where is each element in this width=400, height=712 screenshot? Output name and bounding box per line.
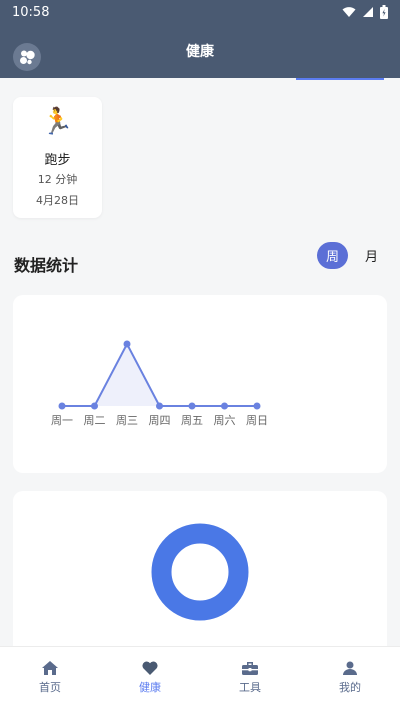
nav-health[interactable]: 健康 (100, 647, 200, 712)
home-icon (42, 661, 58, 675)
x-tick-label: 周一 (51, 414, 73, 427)
nav-profile[interactable]: 我的 (300, 647, 400, 712)
x-tick-label: 周三 (116, 414, 138, 427)
donut-ring (151, 523, 249, 621)
battery-icon (380, 5, 388, 19)
page-title: 健康 (186, 44, 214, 60)
activity-date: 4月28日 (36, 194, 79, 207)
weekly-chart: 周一 周二 周三 周四 周五 周六 周日 (51, 340, 268, 427)
nav-tools[interactable]: 工具 (200, 647, 300, 712)
x-tick-label: 周二 (84, 414, 106, 427)
chart-point (91, 402, 98, 410)
x-tick-label: 周六 (214, 414, 236, 427)
activity-duration: 12 分钟 (37, 173, 78, 186)
app-header: 健康 (0, 24, 400, 78)
chart-point (58, 402, 66, 410)
period-week-button[interactable]: 周 (317, 242, 348, 269)
weekly-chart-card: 周一 周二 周三 周四 周五 周六 周日 (13, 295, 387, 473)
status-icons (342, 5, 388, 19)
activity-name: 跑步 (44, 153, 71, 168)
app-logo-icon[interactable] (13, 43, 41, 71)
activity-card[interactable]: 🏃 跑步 12 分钟 4月28日 (13, 97, 102, 218)
chart-point (221, 402, 228, 410)
toolbox-icon (242, 662, 258, 675)
x-tick-label: 周日 (246, 414, 268, 427)
nav-health-label: 健康 (139, 681, 161, 694)
cellular-signal-icon (363, 7, 373, 17)
user-icon (343, 661, 357, 675)
running-icon: 🏃 (41, 107, 74, 137)
chart-point (123, 340, 131, 348)
period-month-button[interactable]: 月 (356, 242, 387, 269)
nav-home-label: 首页 (39, 681, 61, 694)
chart-line (62, 341, 257, 407)
status-bar: 10:58 (0, 0, 400, 24)
bottom-nav: 首页 健康 工具 我的 (0, 646, 400, 712)
nav-tools-label: 工具 (239, 681, 261, 694)
chart-point (156, 402, 163, 410)
heart-icon (142, 661, 158, 675)
nav-profile-label: 我的 (339, 681, 361, 694)
nav-home[interactable]: 首页 (0, 647, 100, 712)
tab-indicator (296, 78, 384, 80)
chart-point (253, 402, 261, 410)
x-tick-label: 周四 (149, 414, 171, 427)
status-time: 10:58 (12, 4, 50, 20)
chart-point (188, 402, 196, 410)
wifi-icon (342, 7, 356, 17)
stats-title: 数据统计 (14, 256, 79, 275)
x-tick-label: 周五 (181, 414, 203, 427)
chart-area-fill (62, 344, 257, 406)
